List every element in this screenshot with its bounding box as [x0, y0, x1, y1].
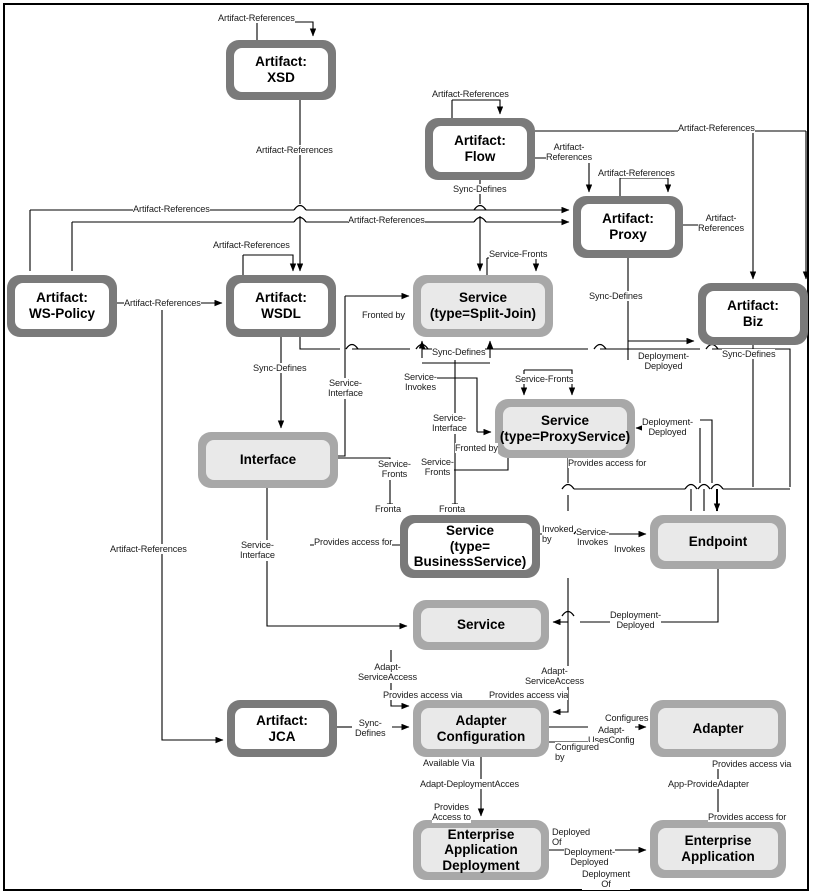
- node-label: Artifact: Biz: [706, 291, 800, 337]
- edge-label-bizsvc-invoked-by: Invoked by: [542, 524, 574, 545]
- edge-label-endpoint-deployment-deployed: Deployment- Deployed: [610, 610, 661, 631]
- diagram-canvas: Artifact: XSD Artifact: Flow Artifact: Prox…: [0, 0, 814, 896]
- node-artifact-ws-policy[interactable]: Artifact: WS-Policy: [7, 275, 117, 337]
- edge-label-proxy-self-ref: Artifact-References: [598, 168, 675, 179]
- node-label: Service (type=Split-Join): [421, 283, 545, 329]
- edge-label-interface-service-fronts: Service- Fronts: [378, 459, 411, 480]
- node-label: Artifact: Proxy: [581, 204, 675, 250]
- edge-label-proxy-sync-defines: Sync-Defines: [589, 291, 643, 302]
- edge-label-adapt-serviceaccess-2: Adapt- ServiceAccess: [525, 666, 584, 687]
- edge-label-deployment-deployed-1: Deployment- Deployed: [638, 351, 689, 372]
- node-label: Service (type= BusinessService): [408, 523, 532, 570]
- edge-label-biz-sync-defines: Sync-Defines: [722, 349, 776, 360]
- node-artifact-wsdl[interactable]: Artifact: WSDL: [226, 275, 336, 337]
- edge-label-wsdl-service-interface: Service- Interface: [328, 378, 363, 399]
- node-label: Artifact: WS-Policy: [15, 283, 109, 329]
- edge-label-splitjoin-fronted-by: Fronted by: [362, 310, 405, 321]
- edge-label-proxysvc-service-interface: Service- Interface: [432, 413, 467, 434]
- edge-label-endpoint-invokes: Invokes: [614, 544, 645, 555]
- edge-label-wsdl-sync-defines: Sync-Defines: [253, 363, 307, 374]
- edge-label-fronted-by-a: Fronta: [375, 504, 401, 515]
- edge-label-proxysvc-fronted-by: Fronted by: [455, 443, 498, 454]
- node-service-businessservice[interactable]: Service (type= BusinessService): [400, 515, 540, 578]
- edge-label-proxysvc-provides-access: Provides access for: [568, 458, 647, 469]
- edge-label-ea-provides-access-for: Provides access for: [708, 812, 787, 823]
- edge-label-flow-sync-defines: Sync-Defines: [453, 184, 507, 195]
- edge-label-bizsvc-service-fronts: Service- Fronts: [421, 457, 454, 478]
- edge-label-splitjoin-sync-defines: Sync-Defines: [432, 347, 486, 358]
- edge-label-bizsvc-provides-access: Provides access for: [314, 537, 393, 548]
- edge-label-adapter-provides-access-via: Provides access via: [712, 759, 792, 770]
- edge-label-flow-to-proxy: Artifact- References: [546, 142, 592, 163]
- edge-label-interface-service-interface: Service- Interface: [240, 540, 275, 561]
- edge-label-deployed-of: Deployed Of: [552, 827, 591, 848]
- edge-label-flow-to-biz-top: Artifact-References: [678, 123, 755, 134]
- edge-label-proxy-to-biz: Artifact- References: [698, 213, 744, 234]
- edge-label-provides-access-via-2: Provides access via: [489, 690, 569, 701]
- node-label: Adapter: [658, 708, 778, 749]
- edge-label-fronted-by-b: Fronta: [439, 504, 465, 515]
- edge-label-flow-self-ref: Artifact-References: [432, 89, 509, 100]
- node-label: Artifact: JCA: [235, 708, 329, 749]
- edge-label-xsd-self-ref: Artifact-References: [218, 13, 295, 24]
- edge-label-wspolicy-ref-left: Artifact-References: [133, 204, 210, 215]
- node-label: Service (type=ProxyService): [500, 407, 630, 450]
- node-artifact-xsd[interactable]: Artifact: XSD: [226, 40, 336, 100]
- edge-label-endpoint-service-invokes: Service- Invokes: [576, 527, 609, 548]
- node-interface[interactable]: Interface: [198, 432, 338, 488]
- edge-label-adapt-serviceaccess-1: Adapt- ServiceAccess: [358, 662, 417, 683]
- node-label: Enterprise Application: [658, 828, 778, 870]
- edge-label-proxysvc-service-fronts: Service-Fronts: [515, 374, 574, 385]
- edge-label-adapter-configured-by: Configured by: [555, 742, 599, 763]
- node-artifact-proxy[interactable]: Artifact: Proxy: [573, 196, 683, 258]
- node-artifact-flow[interactable]: Artifact: Flow: [425, 118, 535, 180]
- node-endpoint[interactable]: Endpoint: [650, 515, 786, 569]
- edge-label-wsdl-ref-mid: Artifact-References: [348, 215, 425, 226]
- node-adapter-configuration[interactable]: Adapter Configuration: [413, 700, 549, 757]
- node-service-plain[interactable]: Service: [413, 600, 549, 650]
- connector-layer: [29, 21, 810, 854]
- edge-label-adapt-deploymentacces: Adapt-DeploymentAcces: [420, 779, 520, 790]
- edge-label-adapter-configures: Configures: [605, 713, 649, 724]
- edge-label-provides-access-via-1: Provides access via: [383, 690, 463, 701]
- edge-label-wsdl-self-ref: Artifact-References: [213, 240, 290, 251]
- edge-label-app-provideadapter: App-ProvideAdapter: [668, 779, 749, 790]
- node-label: Adapter Configuration: [421, 708, 541, 749]
- edge-label-jca-sync-defines: Sync- Defines: [355, 718, 386, 739]
- node-label: Artifact: WSDL: [234, 283, 328, 329]
- node-service-split-join[interactable]: Service (type=Split-Join): [413, 275, 553, 337]
- edge-label-splitjoin-service-fronts: Service-Fronts: [489, 249, 548, 260]
- node-label: Service: [421, 608, 541, 642]
- node-service-proxyservice[interactable]: Service (type=ProxyService): [495, 399, 635, 458]
- node-adapter[interactable]: Adapter: [650, 700, 786, 757]
- node-artifact-biz[interactable]: Artifact: Biz: [698, 283, 808, 345]
- edge-label-wspolicy-artifact-references: Artifact-References: [110, 544, 187, 555]
- edge-label-provides-access-to: Provides Access to: [432, 802, 471, 823]
- node-label: Enterprise Application Deployment: [421, 827, 541, 873]
- node-enterprise-application[interactable]: Enterprise Application: [650, 820, 786, 878]
- edge-label-available-via: Available Via: [423, 758, 475, 769]
- edge-label-splitjoin-service-invokes: Service- Invokes: [404, 372, 437, 393]
- node-label: Artifact: XSD: [234, 48, 328, 92]
- node-enterprise-application-deployment[interactable]: Enterprise Application Deployment: [413, 820, 549, 880]
- edge-label-deployment-of: Deployment Of: [582, 869, 631, 890]
- edge-label-xsd-to-wsdl: Artifact-References: [256, 145, 333, 156]
- edge-label-ea-deployment-deployed: Deployment- Deployed: [564, 847, 615, 868]
- node-label: Artifact: Flow: [433, 126, 527, 172]
- edge-label-deployment-deployed-2: Deployment- Deployed: [642, 417, 693, 438]
- node-label: Endpoint: [658, 523, 778, 561]
- edge-label-wspolicy-to-wsdl: Artifact-References: [124, 298, 201, 309]
- node-label: Interface: [206, 440, 330, 480]
- node-artifact-jca[interactable]: Artifact: JCA: [227, 700, 337, 757]
